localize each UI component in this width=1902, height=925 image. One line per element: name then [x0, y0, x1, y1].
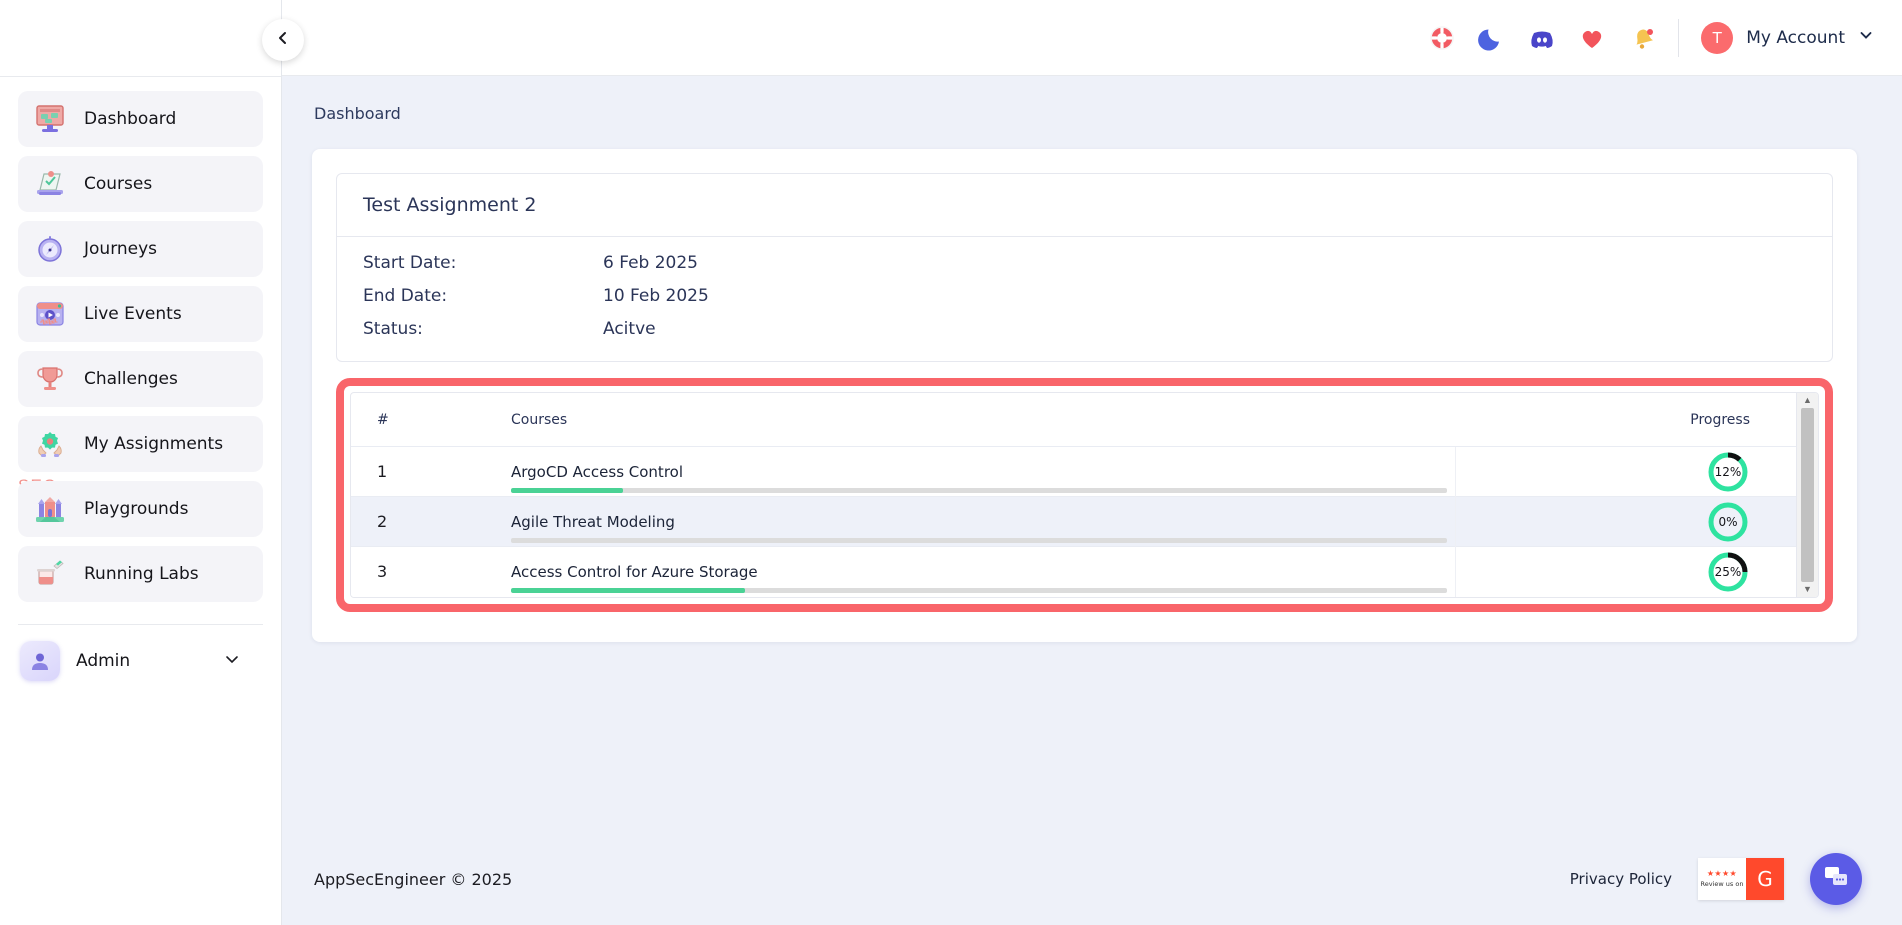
course-progress-bar-fill [511, 588, 745, 593]
g2-badge-left: ★★★★ Review us on [1698, 858, 1746, 900]
row-course-cell: Access Control for Azure Storage [501, 547, 1456, 597]
sidebar-item-playgrounds[interactable]: Playgrounds [18, 481, 263, 537]
footer: AppSecEngineer © 2025 Privacy Policy ★★★… [282, 833, 1902, 925]
course-name[interactable]: Access Control for Azure Storage [511, 563, 758, 581]
sidebar-item-admin[interactable]: Admin [0, 625, 281, 681]
course-progress-bar [511, 588, 1447, 593]
dashboard-monitor-icon [32, 103, 68, 135]
laptop-book-icon [32, 168, 68, 200]
scroll-down-arrow-icon[interactable]: ▼ [1803, 585, 1812, 594]
footer-right-group: Privacy Policy ★★★★ Review us on G [1570, 853, 1862, 905]
video-player-icon [32, 298, 68, 330]
course-progress-bar [511, 538, 1447, 543]
copyright: AppSecEngineer © 2025 [314, 870, 512, 889]
sidebar-item-label: Running Labs [84, 564, 199, 584]
g2-review-text: Review us on [1701, 880, 1744, 888]
table-row[interactable]: 3 Access Control for Azure Storage [351, 547, 1796, 597]
trophy-icon [32, 363, 68, 395]
progress-value: 25% [1706, 550, 1750, 594]
row-number: 3 [377, 562, 387, 581]
compass-icon [32, 233, 68, 265]
sidebar-collapse-button[interactable] [262, 19, 304, 61]
chevron-left-icon [275, 30, 291, 51]
castle-icon [32, 493, 68, 525]
hands-gear-icon [32, 428, 68, 460]
g2-logo-icon: G [1746, 858, 1784, 900]
sidebar: APPSEC engineer Dashboard Courses [0, 0, 282, 925]
sidebar-item-running-labs[interactable]: Running Labs [18, 546, 263, 602]
logo-app-text: APP [18, 0, 1902, 477]
g2-stars: ★★★★ [1707, 870, 1737, 878]
row-number-cell: 3 [351, 562, 501, 582]
g2-review-badge[interactable]: ★★★★ Review us on G [1698, 858, 1784, 900]
admin-label: Admin [76, 651, 207, 671]
sidebar-item-label: Playgrounds [84, 499, 188, 519]
user-avatar-icon [20, 641, 60, 681]
chat-bubble-icon [1823, 864, 1849, 895]
privacy-policy-link[interactable]: Privacy Policy [1570, 870, 1672, 888]
progress-donut: 25% [1706, 550, 1750, 594]
app-root: APPSEC engineer Dashboard Courses [0, 0, 1902, 925]
row-progress-cell: 25% [1456, 550, 1796, 594]
chat-widget-button[interactable] [1810, 853, 1862, 905]
g2-logo-letter: G [1757, 867, 1773, 891]
logo-engineer-text: engineer [18, 491, 1902, 524]
brand-logo[interactable]: APPSEC engineer [0, 0, 281, 76]
chevron-down-icon[interactable] [223, 650, 241, 673]
beaker-icon [32, 558, 68, 590]
